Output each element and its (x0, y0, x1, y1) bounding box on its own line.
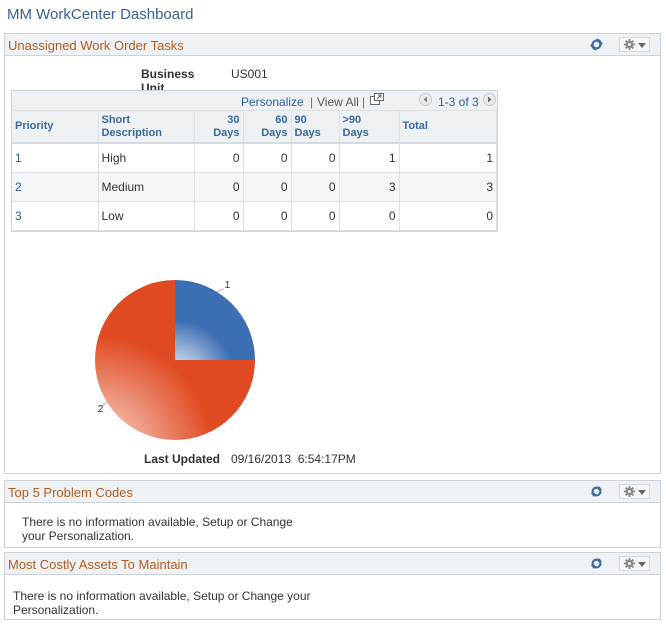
column-header-30-days[interactable]: 30 Days (194, 111, 244, 144)
cell-total: 1 (399, 143, 497, 173)
cell-priority[interactable]: 1 (12, 143, 99, 173)
message-line: your Personalization. (22, 529, 135, 543)
caret-down-icon (638, 562, 646, 567)
column-header-90-days[interactable]: 90 Days (291, 111, 340, 144)
cell-description: High (98, 143, 195, 173)
no-info-message: There is no information available, Setup… (22, 515, 293, 543)
pagelet-actions-button[interactable] (619, 37, 650, 52)
cell-total: 0 (399, 201, 497, 231)
pagelet-title: Unassigned Work Order Tasks (8, 38, 184, 53)
caret-down-icon (638, 490, 646, 495)
pagelet-actions-button[interactable] (619, 484, 650, 499)
separator: | (310, 95, 314, 109)
page-title: MM WorkCenter Dashboard (7, 6, 194, 23)
cell-30-days: 0 (194, 172, 244, 202)
separator: | (362, 95, 366, 109)
refresh-icon[interactable] (590, 557, 603, 570)
caret-down-icon (638, 43, 646, 48)
row-range: 1-3 of 3 (438, 95, 479, 109)
work-order-grid: Personalize | View All | 1-3 of 3 Priori… (11, 90, 498, 232)
new-window-icon[interactable] (370, 93, 384, 105)
table-row: 2 Medium 0 0 0 3 3 (12, 172, 497, 202)
last-updated-label: Last Updated (144, 452, 221, 466)
message-line: There is no information available, Setup… (22, 515, 293, 529)
cell-90-days: 0 (291, 201, 340, 231)
message-line: Personalization. (13, 603, 99, 617)
cell-priority[interactable]: 3 (12, 201, 99, 231)
pagelet-most-costly-assets: Most Costly Assets To Maintain There is … (4, 552, 661, 620)
table-row: 3 Low 0 0 0 0 0 (12, 201, 497, 231)
business-unit-value: US001 (231, 67, 268, 81)
cell-priority[interactable]: 2 (12, 172, 99, 202)
pagelet-title: Most Costly Assets To Maintain (8, 557, 188, 572)
refresh-icon[interactable] (590, 38, 603, 51)
column-header-60-days[interactable]: 60 Days (243, 111, 292, 144)
gear-icon (624, 558, 635, 569)
cell-description: Medium (98, 172, 195, 202)
cell-description: Low (98, 201, 195, 231)
last-updated-value: 09/16/2013 6:54:17PM (231, 452, 356, 466)
column-header-total[interactable]: Total (399, 111, 497, 144)
pagelet-title: Top 5 Problem Codes (8, 485, 134, 500)
pie-leader-line (216, 288, 224, 293)
gear-icon (624, 486, 635, 497)
cell-60-days: 0 (243, 201, 292, 231)
cell-60-days: 0 (243, 143, 292, 173)
view-all-link[interactable]: View All (317, 95, 359, 109)
cell-90-days: 0 (291, 143, 340, 173)
prev-icon[interactable] (419, 93, 432, 106)
gear-icon (624, 39, 635, 50)
cell-gt90-days: 0 (339, 201, 400, 231)
grid-navigation: Personalize | View All | 1-3 of 3 (12, 91, 497, 111)
cell-total: 3 (399, 172, 497, 202)
pie-slice-1[interactable] (175, 280, 255, 360)
next-icon[interactable] (483, 93, 496, 106)
column-header-gt90-days[interactable]: >90 Days (339, 111, 400, 144)
personalize-link[interactable]: Personalize (241, 95, 304, 109)
refresh-icon[interactable] (590, 485, 603, 498)
cell-gt90-days: 3 (339, 172, 400, 202)
cell-30-days: 0 (194, 143, 244, 173)
cell-gt90-days: 1 (339, 143, 400, 173)
cell-90-days: 0 (291, 172, 340, 202)
grid-header-row: Priority Short Description 30 Days 60 Days … (12, 111, 497, 144)
table-row: 1 High 0 0 0 1 1 (12, 143, 497, 173)
pagelet-header: Most Costly Assets To Maintain (5, 553, 660, 575)
pagelet-actions-button[interactable] (619, 556, 650, 571)
pagelet-header: Unassigned Work Order Tasks (5, 34, 660, 56)
priority-pie-chart: 12 (95, 280, 255, 440)
pie-label-1: 1 (225, 280, 231, 291)
pie-label-2: 2 (98, 404, 104, 415)
column-header-priority[interactable]: Priority (12, 111, 99, 144)
cell-30-days: 0 (194, 201, 244, 231)
cell-60-days: 0 (243, 172, 292, 202)
pagelet-unassigned-work-order-tasks: Unassigned Work Order Tasks Business Uni… (4, 33, 661, 474)
pagelet-top-5-problem-codes: Top 5 Problem Codes There is no informat… (4, 480, 661, 548)
column-header-short-description[interactable]: Short Description (98, 111, 195, 144)
grid-table: Priority Short Description 30 Days 60 Days … (12, 111, 497, 231)
message-line: There is no information available, Setup… (13, 589, 311, 603)
pagelet-header: Top 5 Problem Codes (5, 481, 660, 503)
no-info-message: There is no information available, Setup… (13, 589, 311, 617)
